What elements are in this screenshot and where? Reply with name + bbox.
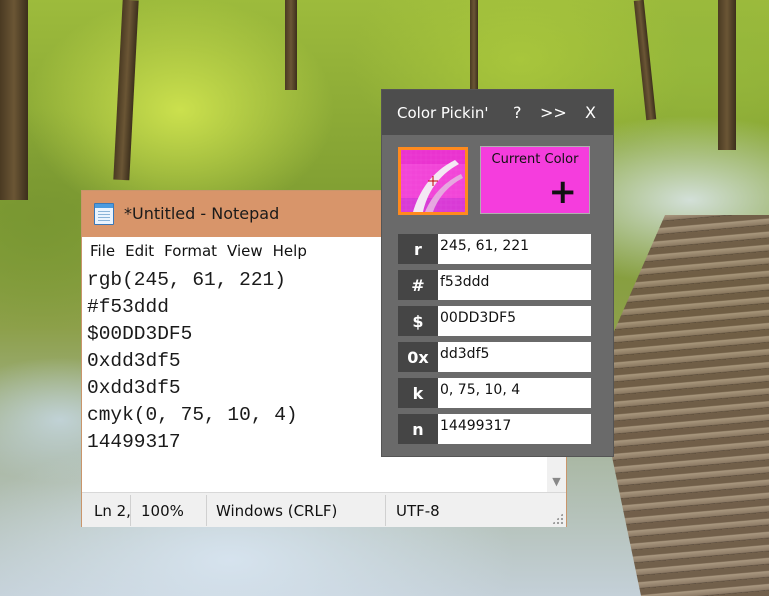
plus-icon[interactable]: + (549, 175, 578, 209)
rgb-format-button[interactable]: r (398, 234, 438, 264)
cmyk-value-field[interactable]: 0, 75, 10, 4 (438, 378, 591, 408)
menu-format[interactable]: Format (159, 242, 222, 260)
delphi-hex-format-button[interactable]: $ (398, 306, 438, 336)
window-title: *Untitled - Notepad (124, 204, 280, 223)
status-zoom: 100% (141, 502, 184, 520)
scroll-down-arrow-icon[interactable]: ▼ (547, 470, 566, 492)
help-button[interactable]: ? (513, 103, 522, 122)
cmyk-format-button[interactable]: k (398, 378, 438, 408)
rgb-value-field[interactable]: 245, 61, 221 (438, 234, 591, 264)
menu-view[interactable]: View (222, 242, 268, 260)
0x-hex-row: 0x dd3df5 (398, 342, 591, 372)
color-picker-window[interactable]: Color Pickin' ? >> X Current Color + r 2… (381, 89, 614, 457)
decimal-value-field[interactable]: 14499317 (438, 414, 591, 444)
hex-row: # f53ddd (398, 270, 591, 300)
current-color-label: Current Color (491, 152, 579, 167)
menu-help[interactable]: Help (268, 242, 312, 260)
notepad-app-icon (94, 203, 114, 225)
delphi-hex-value-field[interactable]: 00DD3DF5 (438, 306, 591, 336)
status-divider (130, 495, 131, 526)
rgb-row: r 245, 61, 221 (398, 234, 591, 264)
status-encoding: UTF-8 (396, 502, 440, 520)
menu-edit[interactable]: Edit (120, 242, 159, 260)
0x-hex-value-field[interactable]: dd3df5 (438, 342, 591, 372)
decimal-row: n 14499317 (398, 414, 591, 444)
delphi-hex-row: $ 00DD3DF5 (398, 306, 591, 336)
picker-titlebar[interactable]: Color Pickin' ? >> X (382, 90, 613, 135)
cmyk-row: k 0, 75, 10, 4 (398, 378, 591, 408)
status-position: Ln 2, (94, 502, 131, 520)
picker-title: Color Pickin' (397, 104, 489, 122)
status-bar: Ln 2, 100% Windows (CRLF) UTF-8 (82, 492, 566, 527)
hex-format-button[interactable]: # (398, 270, 438, 300)
status-divider (385, 495, 386, 526)
close-button[interactable]: X (585, 103, 596, 122)
menu-file[interactable]: File (85, 242, 120, 260)
status-divider (206, 495, 207, 526)
hex-value-field[interactable]: f53ddd (438, 270, 591, 300)
magnifier-preview[interactable] (398, 147, 468, 215)
current-color-swatch[interactable]: Current Color + (480, 146, 590, 214)
status-line-ending: Windows (CRLF) (216, 502, 338, 520)
decimal-format-button[interactable]: n (398, 414, 438, 444)
magnified-pixels (401, 150, 465, 212)
expand-button[interactable]: >> (540, 103, 567, 122)
resize-grip-icon[interactable] (552, 513, 563, 524)
0x-hex-format-button[interactable]: 0x (398, 342, 438, 372)
